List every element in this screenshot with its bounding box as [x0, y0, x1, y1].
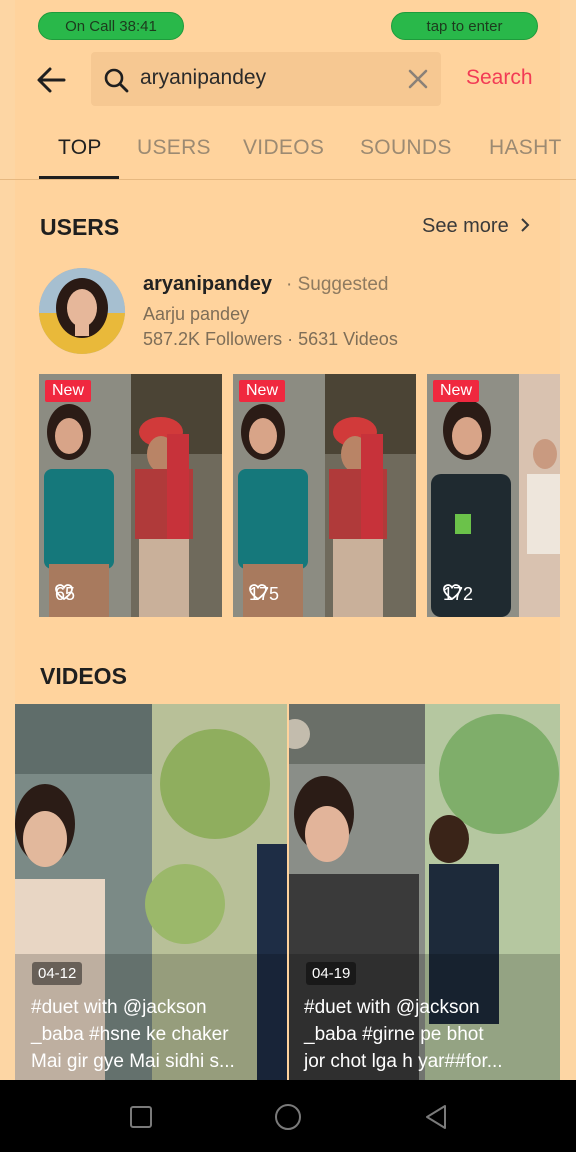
video-card[interactable]: 04-12 #duet with @jackson _baba #hsne ke… [15, 704, 287, 1080]
tap-to-enter-pill[interactable]: tap to enter [391, 12, 538, 40]
heart-icon [443, 584, 461, 600]
clear-icon[interactable] [407, 68, 429, 90]
search-query-text: aryanipandey [140, 66, 267, 89]
tab-hashtags[interactable]: HASHT [489, 136, 562, 160]
user-video-thumb[interactable]: New 175 [233, 374, 416, 617]
user-video-thumb[interactable]: New 65 [39, 374, 222, 617]
caption-line: Mai gir gye Mai sidhi s... [31, 1051, 235, 1072]
users-section-title: USERS [40, 214, 120, 240]
search-icon [103, 67, 129, 93]
heart-icon [55, 584, 73, 600]
heart-icon [249, 584, 267, 600]
user-avatar[interactable] [39, 268, 125, 354]
system-nav-bar [0, 1080, 576, 1152]
user-display-name: Aarju pandey [143, 304, 250, 324]
back-icon[interactable] [421, 1102, 451, 1132]
video-caption: #duet with @jackson _baba #girne pe bhot… [304, 994, 503, 1075]
tab-videos[interactable]: VIDEOS [243, 136, 324, 160]
result-tabs: TOP USERS VIDEOS SOUNDS HASHT [0, 120, 576, 180]
caption-line: _baba #hsne ke chaker [31, 1024, 229, 1045]
caption-line: #duet with @jackson [304, 997, 480, 1018]
video-caption: #duet with @jackson _baba #hsne ke chake… [31, 994, 235, 1075]
video-card[interactable]: 04-19 #duet with @jackson _baba #girne p… [289, 704, 560, 1080]
user-username[interactable]: aryanipandey [143, 273, 272, 296]
new-badge: New [433, 380, 480, 402]
search-button[interactable]: Search [466, 66, 533, 90]
caption-line: _baba #girne pe bhot [304, 1024, 484, 1045]
thumb-likes: 175 [249, 584, 279, 605]
tab-users[interactable]: USERS [137, 136, 211, 160]
chevron-right-icon [521, 218, 530, 232]
back-arrow-icon[interactable] [34, 62, 70, 98]
active-tab-indicator [39, 176, 119, 179]
video-date: 04-19 [306, 962, 357, 985]
on-call-pill[interactable]: On Call 38:41 [38, 12, 184, 40]
caption-line: #duet with @jackson [31, 997, 207, 1018]
user-stats: 587.2K Followers · 5631 Videos [143, 329, 398, 349]
suggested-label: · Suggested [286, 274, 389, 295]
home-icon[interactable] [273, 1102, 303, 1132]
videos-section-title: VIDEOS [40, 663, 127, 689]
new-badge: New [45, 380, 92, 402]
app-screen: On Call 38:41 tap to enter aryanipandey … [0, 0, 576, 1080]
video-date: 04-12 [32, 962, 83, 985]
user-video-thumb[interactable]: New 172 [427, 374, 560, 617]
see-more-link[interactable]: See more [422, 215, 532, 238]
new-badge: New [239, 380, 286, 402]
tab-sounds[interactable]: SOUNDS [360, 136, 452, 160]
thumb-likes: 65 [55, 584, 75, 605]
tab-top[interactable]: TOP [58, 136, 102, 160]
see-more-label: See more [422, 215, 509, 237]
recent-apps-icon[interactable] [126, 1102, 156, 1132]
search-input[interactable]: aryanipandey [91, 52, 441, 106]
thumb-likes: 172 [443, 584, 473, 605]
caption-line: jor chot lga h yar##for... [304, 1051, 503, 1072]
